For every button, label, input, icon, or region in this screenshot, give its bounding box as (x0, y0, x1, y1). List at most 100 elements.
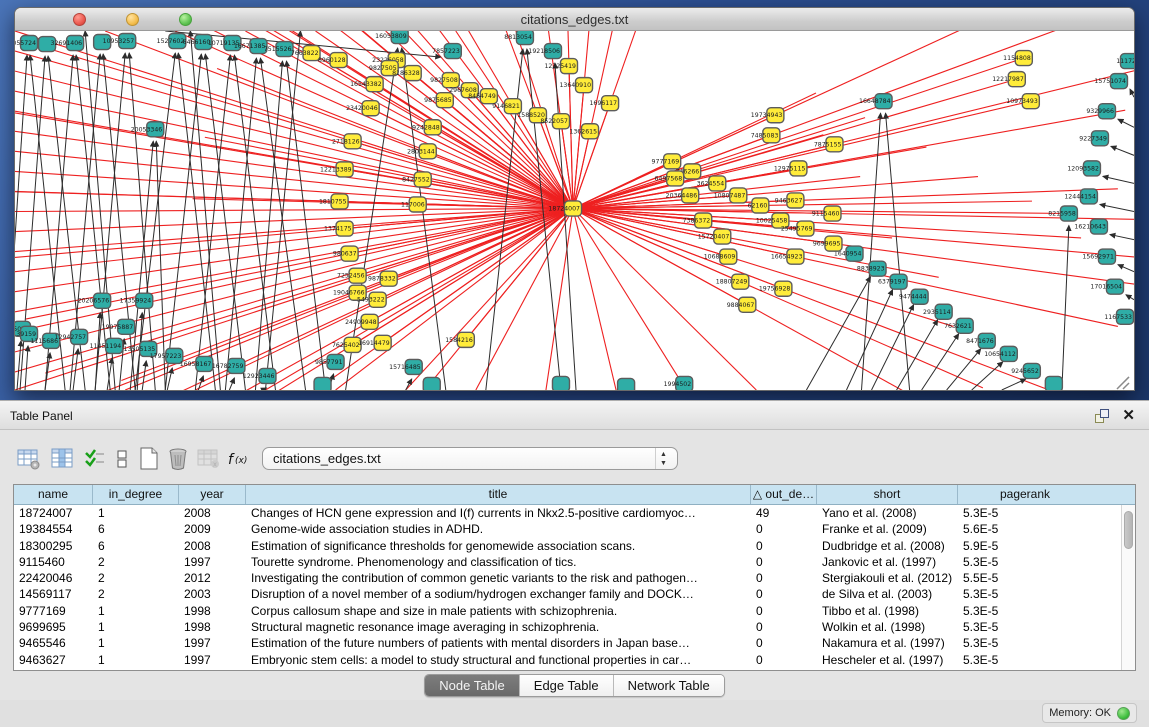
network-node[interactable]: 8813054 (504, 31, 533, 45)
table-row[interactable]: 946362711997Embryonic stem cells: a mode… (14, 652, 1121, 668)
network-node[interactable]: 15751074 (1094, 74, 1127, 89)
network-node[interactable]: 1362615 (569, 124, 598, 139)
network-canvas[interactable]: 1405572432691406109532571527602646616010… (15, 31, 1134, 390)
network-node[interactable]: 9827508 (430, 73, 459, 88)
network-node[interactable]: 12444154 (1064, 189, 1097, 204)
network-node[interactable]: 16958167 (180, 356, 213, 371)
function-builder-icon[interactable]: f(x) (226, 446, 252, 472)
column-header-year[interactable]: year (179, 485, 246, 504)
tab-node-table[interactable]: Node Table (425, 675, 520, 696)
network-node[interactable]: 9857791 (315, 354, 344, 369)
network-node[interactable]: 9875685 (424, 93, 453, 108)
network-node[interactable]: 9242848 (412, 120, 441, 135)
network-node[interactable]: 20206576 (78, 293, 111, 308)
network-node[interactable]: 11172 (1116, 54, 1134, 69)
network-node[interactable] (314, 377, 331, 390)
network-node[interactable]: 9245652 (1011, 363, 1040, 378)
network-node[interactable]: 16654923 (771, 249, 804, 264)
network-node[interactable]: 9115460 (812, 206, 841, 221)
network-node[interactable]: 12975115 (774, 161, 807, 176)
network-node[interactable]: 15692971 (1082, 249, 1115, 264)
network-node[interactable]: 19756928 (759, 281, 792, 296)
table-columns-icon[interactable] (50, 446, 76, 472)
table-row[interactable]: 977716911998Corpus callosum shape and si… (14, 603, 1121, 619)
column-header-pagerank[interactable]: pagerank (958, 485, 1092, 504)
network-node[interactable]: 19975887 (102, 319, 135, 334)
vertical-scrollbar[interactable] (1121, 505, 1135, 670)
network-node[interactable]: 1374175 (324, 221, 353, 236)
dropdown-stepper-icon[interactable]: ▲▼ (655, 448, 671, 469)
network-node[interactable]: 23420046 (346, 101, 379, 116)
close-panel-icon[interactable]: ✕ (1122, 406, 1135, 424)
network-node[interactable]: 16210643 (1074, 219, 1107, 234)
network-node[interactable]: 16053809 (375, 31, 408, 44)
select-all-rows-icon[interactable] (82, 446, 108, 472)
network-node[interactable]: 10688609 (704, 249, 737, 264)
table-row[interactable]: 911546021997Tourette syndrome. Phenomeno… (14, 554, 1121, 570)
table-row[interactable]: 1830029562008Estimation of significance … (14, 538, 1121, 554)
network-node[interactable]: 11451194 (90, 338, 123, 353)
table-row[interactable]: 1456911722003Disruption of a novel membe… (14, 586, 1121, 602)
network-window[interactable]: citations_edges.txt 14055724326914061095… (14, 7, 1135, 391)
table-row[interactable]: 969969511998Structural magnetic resonanc… (14, 619, 1121, 635)
network-window-titlebar[interactable]: citations_edges.txt (15, 8, 1134, 31)
network-node[interactable]: 1810755 (319, 194, 348, 209)
table-select-dropdown[interactable]: citations_edges.txt ▲▼ (262, 447, 678, 470)
table-row[interactable]: 946554611997Estimation of the future num… (14, 635, 1121, 651)
network-node[interactable]: 1696117 (589, 96, 618, 111)
scrollbar-thumb[interactable] (1124, 511, 1133, 549)
network-node[interactable]: 2935114 (923, 304, 952, 319)
network-node[interactable] (1045, 376, 1062, 390)
network-node[interactable]: 15720407 (698, 229, 731, 244)
column-header-title[interactable]: title (246, 485, 751, 504)
network-node[interactable]: 9227349 (1079, 131, 1108, 146)
network-node[interactable]: 16782759 (212, 358, 245, 373)
network-node[interactable]: 18807249 (716, 274, 749, 289)
column-header-short[interactable]: short (817, 485, 958, 504)
network-node[interactable]: 17016504 (1090, 279, 1123, 294)
network-node[interactable]: 12093582 (1067, 161, 1100, 176)
network-node[interactable]: 15716485 (389, 359, 422, 374)
network-node[interactable]: 1584216 (445, 332, 474, 347)
column-header-out_de[interactable]: △ out_de… (751, 485, 817, 504)
network-node[interactable]: 13640910 (559, 78, 592, 93)
network-node[interactable]: 12325419 (544, 59, 577, 74)
network-node[interactable]: 1994502 (664, 376, 693, 390)
network-node[interactable] (618, 378, 635, 390)
network-node[interactable]: 8960128 (318, 53, 347, 68)
network-node[interactable]: 9474444 (899, 289, 928, 304)
network-node[interactable]: 1167533 (1104, 309, 1133, 324)
network-node[interactable]: 12923446 (243, 368, 276, 383)
network-node[interactable]: 9777169 (652, 154, 681, 169)
tab-edge-table[interactable]: Edge Table (520, 675, 614, 696)
table-row[interactable]: 2242004622012Investigating the contribut… (14, 570, 1121, 586)
column-header-name[interactable]: name (14, 485, 93, 504)
network-node[interactable]: 17359924 (120, 293, 153, 308)
table-settings-icon[interactable] (16, 446, 42, 472)
table-row[interactable]: 1872400712008Changes of HCN gene express… (14, 505, 1121, 521)
network-node[interactable]: 9463627 (775, 193, 804, 208)
row-height-icon[interactable] (110, 446, 136, 472)
network-node[interactable]: 16648784 (859, 94, 892, 109)
tab-network-table[interactable]: Network Table (614, 675, 724, 696)
memory-status-widget[interactable]: Memory: OK (1042, 703, 1137, 723)
network-node[interactable]: 16914479 (358, 335, 391, 350)
network-node[interactable]: 19734943 (751, 108, 784, 123)
network-node[interactable]: 8215958 (1048, 206, 1077, 221)
network-node[interactable]: 9699695 (813, 236, 842, 251)
network-node[interactable]: 8838923 (857, 261, 886, 276)
network-node[interactable]: 10973493 (1006, 94, 1039, 109)
network-node[interactable]: 9884067 (727, 297, 756, 312)
float-panel-icon[interactable] (1095, 409, 1109, 423)
network-node[interactable]: 24909948 (345, 314, 378, 329)
network-node[interactable]: 14055724 (15, 36, 38, 51)
network-node[interactable]: 7632621 (944, 318, 973, 333)
resize-grip-icon[interactable] (1117, 377, 1129, 389)
network-node[interactable] (552, 376, 569, 390)
new-table-icon[interactable] (136, 446, 162, 472)
network-node[interactable]: 7625402 (332, 337, 361, 352)
network-node[interactable]: 19218506 (528, 44, 561, 59)
table-row[interactable]: 1938455462009Genome-wide association stu… (14, 521, 1121, 537)
network-node[interactable]: 1527602 (157, 34, 186, 49)
network-node[interactable]: 980637 (333, 246, 358, 261)
